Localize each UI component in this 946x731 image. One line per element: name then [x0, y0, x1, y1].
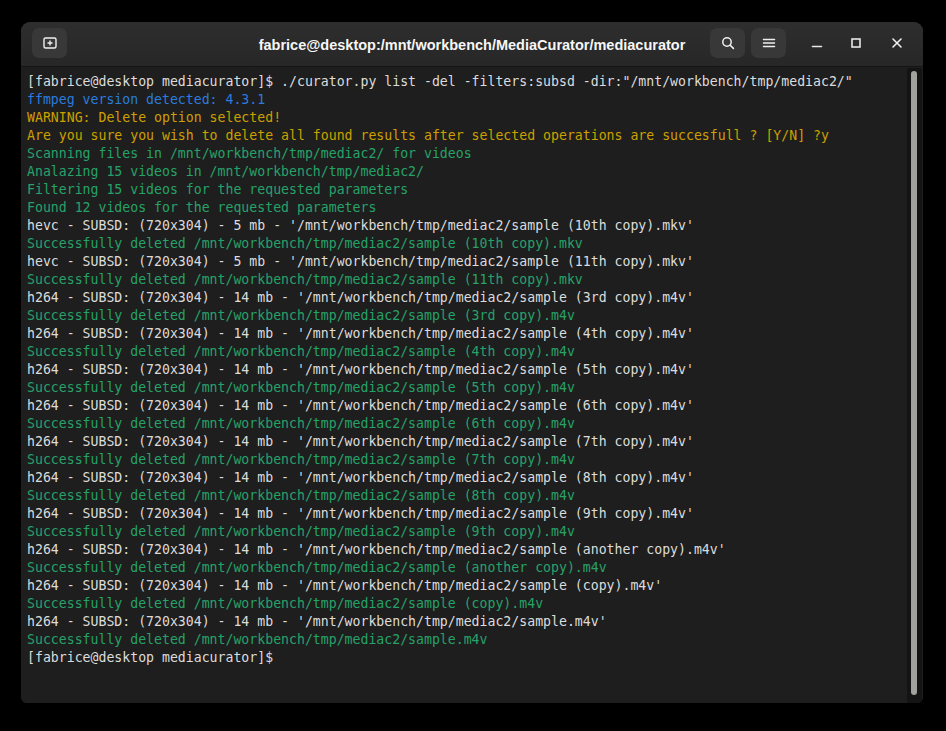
terminal-line: Successfully deleted /mnt/workbench/tmp/… [27, 235, 923, 253]
window-title: fabrice@desktop:/mnt/workbench/MediaCura… [141, 22, 803, 67]
maximize-icon [848, 35, 864, 51]
terminal-line: h264 - SUBSD: (720x304) - 14 mb - '/mnt/… [27, 325, 923, 343]
terminal-line: Successfully deleted /mnt/workbench/tmp/… [27, 307, 923, 325]
terminal-line: Successfully deleted /mnt/workbench/tmp/… [27, 487, 923, 505]
terminal-line: Successfully deleted /mnt/workbench/tmp/… [27, 271, 923, 289]
menu-button[interactable] [751, 28, 786, 58]
terminal-line: h264 - SUBSD: (720x304) - 14 mb - '/mnt/… [27, 613, 923, 631]
terminal-output[interactable]: [fabrice@desktop mediacurator]$ ./curato… [21, 68, 923, 703]
terminal-line: [fabrice@desktop mediacurator]$ ./curato… [27, 73, 923, 91]
terminal-line: Successfully deleted /mnt/workbench/tmp/… [27, 451, 923, 469]
terminal-line: WARNING: Delete option selected! [27, 109, 923, 127]
minimize-button[interactable] [804, 30, 830, 56]
terminal-line: [fabrice@desktop mediacurator]$ [27, 649, 923, 667]
terminal-line: Successfully deleted /mnt/workbench/tmp/… [27, 415, 923, 433]
terminal-line: h264 - SUBSD: (720x304) - 14 mb - '/mnt/… [27, 289, 923, 307]
terminal-line: h264 - SUBSD: (720x304) - 14 mb - '/mnt/… [27, 397, 923, 415]
terminal-line: h264 - SUBSD: (720x304) - 14 mb - '/mnt/… [27, 577, 923, 595]
hamburger-menu-icon [761, 35, 777, 51]
terminal-line: Scanning files in /mnt/workbench/tmp/med… [27, 145, 923, 163]
terminal-line: Successfully deleted /mnt/workbench/tmp/… [27, 595, 923, 613]
terminal-line: hevc - SUBSD: (720x304) - 5 mb - '/mnt/w… [27, 253, 923, 271]
terminal-line: hevc - SUBSD: (720x304) - 5 mb - '/mnt/w… [27, 217, 923, 235]
search-icon [720, 35, 736, 51]
terminal-line: h264 - SUBSD: (720x304) - 14 mb - '/mnt/… [27, 469, 923, 487]
new-tab-button[interactable] [32, 28, 67, 58]
terminal-line: Analazing 15 videos in /mnt/workbench/tm… [27, 163, 923, 181]
scrollbar-thumb[interactable] [911, 71, 917, 695]
terminal-line: h264 - SUBSD: (720x304) - 14 mb - '/mnt/… [27, 505, 923, 523]
close-icon [889, 35, 905, 51]
terminal-line: Successfully deleted /mnt/workbench/tmp/… [27, 559, 923, 577]
titlebar[interactable]: fabrice@desktop:/mnt/workbench/MediaCura… [21, 22, 923, 67]
terminal-line: ffmpeg version detected: 4.3.1 [27, 91, 923, 109]
search-button[interactable] [710, 28, 745, 58]
terminal-line: h264 - SUBSD: (720x304) - 14 mb - '/mnt/… [27, 433, 923, 451]
maximize-button[interactable] [843, 30, 869, 56]
terminal-line: Are you sure you wish to delete all foun… [27, 127, 923, 145]
terminal-line: Successfully deleted /mnt/workbench/tmp/… [27, 631, 923, 649]
terminal-line: Successfully deleted /mnt/workbench/tmp/… [27, 379, 923, 397]
terminal-line: Filtering 15 videos for the requested pa… [27, 181, 923, 199]
terminal-line: Successfully deleted /mnt/workbench/tmp/… [27, 343, 923, 361]
terminal-window: fabrice@desktop:/mnt/workbench/MediaCura… [21, 22, 923, 703]
terminal-line: Found 12 videos for the requested parame… [27, 199, 923, 217]
terminal-line: h264 - SUBSD: (720x304) - 14 mb - '/mnt/… [27, 541, 923, 559]
new-tab-icon [42, 35, 58, 51]
minimize-icon [809, 35, 825, 51]
terminal-line: h264 - SUBSD: (720x304) - 14 mb - '/mnt/… [27, 361, 923, 379]
terminal-line: Successfully deleted /mnt/workbench/tmp/… [27, 523, 923, 541]
close-button[interactable] [884, 30, 910, 56]
